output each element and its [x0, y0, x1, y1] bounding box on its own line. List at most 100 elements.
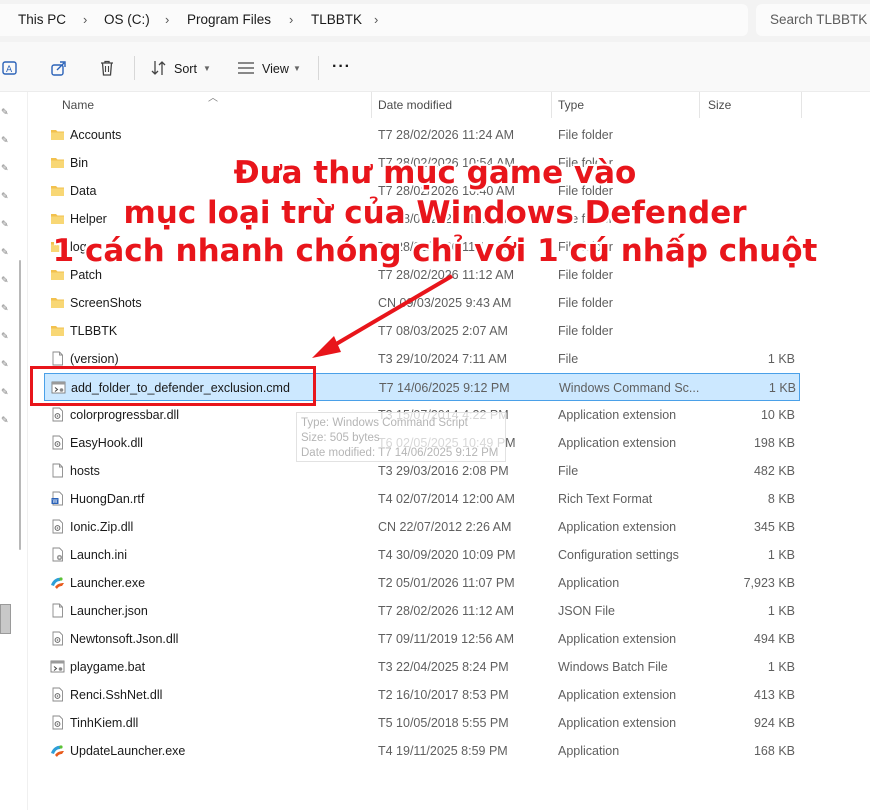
file-type: Application extension — [558, 632, 677, 646]
file-size: 482 KB — [753, 464, 795, 478]
column-header-size[interactable]: Size — [702, 92, 800, 118]
chevron-right-icon[interactable]: › — [83, 4, 87, 36]
file-row[interactable]: W HuongDan.rtf T4 02/07/2014 12:00 AM Rich … — [44, 485, 800, 513]
file-type: Application extension — [558, 716, 677, 730]
file-size: 924 KB — [753, 716, 795, 730]
annotation-line-1: Đưa thư mục game vào — [233, 155, 637, 191]
column-divider[interactable] — [801, 92, 802, 118]
file-size: 1 KB — [767, 548, 795, 562]
search-input[interactable]: Search TLBBTK — [756, 4, 870, 36]
cmd-icon — [50, 659, 65, 674]
file-type: File — [558, 352, 579, 366]
dll-icon — [50, 687, 65, 702]
dll-icon — [50, 435, 65, 450]
file-type: JSON File — [558, 604, 615, 618]
file-date: T7 09/11/2019 12:56 AM — [378, 632, 514, 646]
file-size — [704, 121, 795, 149]
file-type: Application — [558, 744, 620, 758]
ini-icon — [50, 547, 65, 562]
file-name: ScreenShots — [70, 296, 142, 310]
file-row[interactable]: Renci.SshNet.dll T2 16/10/2017 8:53 PM App… — [44, 681, 800, 709]
file-icon — [50, 351, 65, 366]
address-bar[interactable]: This PC › OS (C:) › Program Files › TLBB… — [0, 4, 748, 36]
file-row[interactable]: UpdateLauncher.exe T4 19/11/2025 8:59 PM A… — [44, 737, 800, 765]
tooltip-type: Type: Windows Command Script — [301, 417, 468, 429]
breadcrumb-this-pc[interactable]: This PC — [18, 4, 66, 36]
file-date: T5 10/05/2018 5:55 PM — [378, 716, 509, 730]
file-size: 1 KB — [767, 352, 795, 366]
chevron-right-icon[interactable]: › — [165, 4, 169, 36]
file-name: playgame.bat — [70, 660, 146, 674]
exe-icon — [50, 743, 65, 758]
search-placeholder: Search TLBBTK — [770, 12, 868, 27]
chevron-right-icon[interactable]: › — [374, 4, 378, 36]
file-size: 10 KB — [760, 408, 795, 422]
file-date: T7 28/02/2026 11:12 AM — [378, 604, 514, 618]
pin-icon: ✎ — [1, 135, 9, 145]
file-row[interactable]: ScreenShots CN 09/03/2025 9:43 AM File fol… — [44, 289, 800, 317]
chevron-right-icon[interactable]: › — [289, 4, 293, 36]
rename-icon[interactable]: A — [2, 59, 20, 77]
view-button[interactable]: View — [262, 62, 289, 76]
file-row[interactable]: TLBBTK T7 08/03/2025 2:07 AM File folder — [44, 317, 800, 345]
file-size: 1 KB — [768, 381, 796, 395]
chevron-down-icon[interactable]: ▼ — [293, 64, 301, 73]
file-size: 8 KB — [767, 492, 795, 506]
pin-icon: ✎ — [1, 107, 9, 117]
file-size: 7,923 KB — [743, 576, 795, 590]
file-name: TLBBTK — [70, 324, 118, 338]
file-row[interactable]: Newtonsoft.Json.dll T7 09/11/2019 12:56 A… — [44, 625, 800, 653]
file-row[interactable]: Ionic.Zip.dll CN 22/07/2012 2:26 AM Applic… — [44, 513, 800, 541]
file-row[interactable]: TinhKiem.dll T5 10/05/2018 5:55 PM Applica… — [44, 709, 800, 737]
pin-icon: ✎ — [1, 331, 9, 341]
dll-icon — [50, 715, 65, 730]
column-headers: ︿ Name Date modified Type Size — [28, 92, 870, 118]
file-name: HuongDan.rtf — [70, 492, 145, 506]
file-row[interactable]: playgame.bat T3 22/04/2025 8:24 PM Windows… — [44, 653, 800, 681]
file-size — [704, 317, 795, 345]
file-type: Configuration settings — [558, 548, 679, 562]
file-type: File folder — [558, 128, 613, 142]
pin-icon: ✎ — [1, 275, 9, 285]
column-header-type[interactable]: Type — [552, 92, 700, 118]
file-name: Launcher.exe — [70, 576, 146, 590]
file-size: 1 KB — [767, 660, 795, 674]
file-type: Application extension — [558, 688, 677, 702]
file-size: 413 KB — [753, 688, 795, 702]
file-row[interactable]: Launcher.json T7 28/02/2026 11:12 AM JSON … — [44, 597, 800, 625]
file-date: T7 08/03/2025 2:07 AM — [378, 324, 508, 338]
file-row[interactable]: Launch.ini T4 30/09/2020 10:09 PM Configur… — [44, 541, 800, 569]
sort-button[interactable]: Sort — [174, 62, 197, 76]
column-header-date[interactable]: Date modified — [372, 92, 550, 118]
breadcrumb-program-files[interactable]: Program Files — [187, 4, 271, 36]
annotation-highlight-box — [30, 366, 316, 406]
share-icon[interactable] — [50, 59, 68, 77]
more-options-button[interactable]: ··· — [332, 58, 351, 76]
sort-icon[interactable] — [150, 59, 168, 77]
folder-icon — [50, 127, 65, 142]
delete-icon[interactable] — [98, 59, 116, 77]
file-size: 345 KB — [753, 520, 795, 534]
column-header-name[interactable]: Name — [56, 92, 374, 118]
file-type: Rich Text Format — [558, 492, 653, 506]
file-name: Accounts — [70, 128, 122, 142]
column-divider[interactable] — [699, 92, 700, 118]
nav-scroll-thumb[interactable] — [0, 604, 11, 634]
file-date: T4 30/09/2020 10:09 PM — [378, 548, 516, 562]
file-date: T3 29/10/2024 7:11 AM — [378, 352, 508, 366]
file-date: CN 09/03/2025 9:43 AM — [378, 296, 512, 310]
breadcrumb-tlbbtk[interactable]: TLBBTK — [311, 4, 362, 36]
file-row[interactable]: Launcher.exe T2 05/01/2026 11:07 PM Applic… — [44, 569, 800, 597]
file-type: Windows Batch File — [558, 660, 668, 674]
breadcrumb-os-c[interactable]: OS (C:) — [104, 4, 150, 36]
exe-icon — [50, 575, 65, 590]
file-row[interactable]: Accounts T7 28/02/2026 11:24 AM File folde… — [44, 121, 800, 149]
file-date: T7 28/02/2026 11:24 AM — [378, 128, 514, 142]
command-bar: A Sort ▼ View ▼ ··· — [0, 42, 870, 92]
file-name: Launch.ini — [70, 548, 127, 562]
toolbar-divider — [318, 56, 319, 80]
view-icon[interactable] — [237, 59, 255, 77]
nav-scrollbar[interactable] — [19, 260, 21, 550]
pin-icon: ✎ — [1, 303, 9, 313]
chevron-down-icon[interactable]: ▼ — [203, 64, 211, 73]
